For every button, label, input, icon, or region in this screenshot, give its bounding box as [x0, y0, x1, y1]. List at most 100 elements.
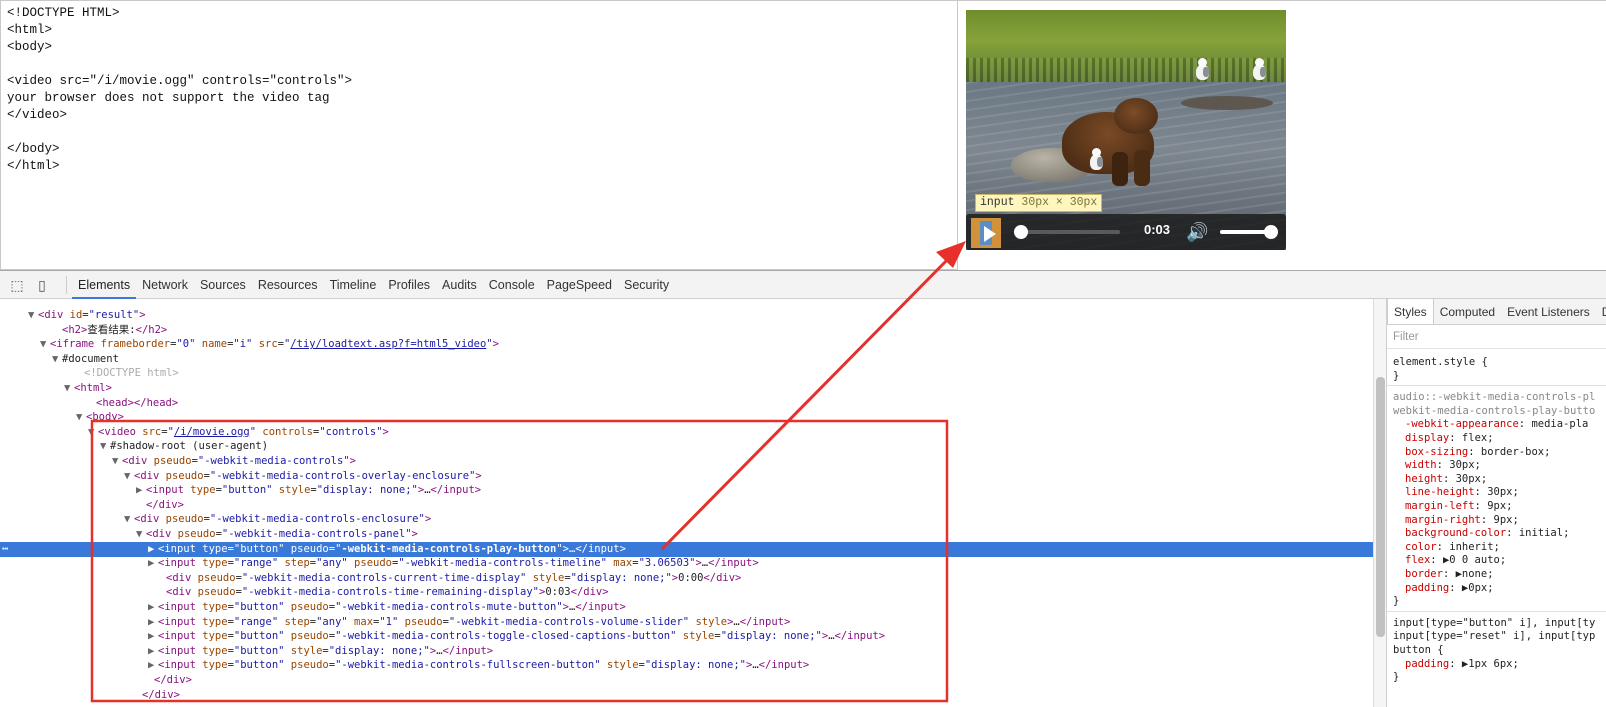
styles-tab-computed[interactable]: Computed — [1434, 299, 1501, 324]
styles-tab-event-listeners[interactable]: Event Listeners — [1501, 299, 1596, 324]
dom-node-markup: <video src="/i/movie.ogg" controls="cont… — [98, 425, 389, 438]
expanded-triangle-icon[interactable]: ▼ — [112, 454, 118, 469]
play-button[interactable] — [971, 218, 1001, 248]
expanded-triangle-icon[interactable]: ▼ — [88, 425, 94, 440]
collapsed-triangle-icon[interactable]: ▶ — [148, 542, 154, 557]
inspect-icon[interactable]: ⬚ — [9, 277, 25, 293]
dom-node-markup: <div pseudo="-webkit-media-controls-time… — [166, 586, 609, 599]
expanded-triangle-icon[interactable]: ▼ — [136, 527, 142, 542]
dom-node[interactable]: ▼ <div pseudo="-webkit-media-controls"> — [0, 454, 1373, 469]
styles-tab-d[interactable]: D — [1596, 299, 1606, 324]
dom-node[interactable]: ▼ <div pseudo="-webkit-media-controls-pan… — [0, 527, 1373, 542]
rule-close: } — [1393, 369, 1400, 382]
volume-slider[interactable] — [1220, 225, 1278, 239]
collapsed-triangle-icon[interactable]: ▶ — [148, 658, 154, 673]
styles-filter-input[interactable]: Filter — [1387, 325, 1606, 349]
timeline-slider[interactable] — [1014, 225, 1120, 239]
source-line: <body> — [7, 40, 53, 54]
rule-selector: audio::-webkit-media-controls-pl — [1393, 391, 1596, 404]
expanded-triangle-icon[interactable]: ▼ — [124, 469, 130, 484]
dom-node[interactable]: ▼ <div pseudo="-webkit-media-controls-enc… — [0, 512, 1373, 527]
tab-resources[interactable]: Resources — [252, 271, 324, 299]
dom-node[interactable]: ▶ <input type="range" step="any" max="1" … — [0, 615, 1373, 630]
dom-node-markup: <input type="button" pseudo="-webkit-med… — [158, 659, 810, 672]
dom-node[interactable]: ▶ <input type="button" pseudo="-webkit-me… — [0, 658, 1373, 673]
dom-node[interactable]: </div> — [0, 688, 1373, 703]
dom-node[interactable]: ▼ <html> — [0, 381, 1373, 396]
collapsed-triangle-icon[interactable]: ▶ — [148, 556, 154, 571]
dom-node[interactable]: ▼ <div pseudo="-webkit-media-controls-ove… — [0, 469, 1373, 484]
tab-network[interactable]: Network — [136, 271, 194, 299]
tab-audits[interactable]: Audits — [436, 271, 483, 299]
collapsed-triangle-icon[interactable]: ▶ — [148, 600, 154, 615]
dom-node[interactable]: ▶ <input type="button" style="display: no… — [0, 483, 1373, 498]
dom-node-markup: <iframe frameborder="0" name="i" src="/t… — [50, 338, 499, 351]
elements-tree[interactable]: ▼ <div id="result"> <h2>查看结果:</h2> ▼ <iframe… — [0, 299, 1373, 707]
tooltip-tag: input — [980, 196, 1015, 209]
timeline-thumb[interactable] — [1014, 225, 1028, 239]
source-code-editor[interactable]: <!DOCTYPE HTML> <html> <body> <video src="… — [0, 0, 958, 270]
volume-thumb[interactable] — [1264, 225, 1278, 239]
tab-pagespeed[interactable]: PageSpeed — [541, 271, 618, 299]
dom-node-markup: <div pseudo="-webkit-media-controls"> — [122, 455, 356, 467]
element-style-rule: element.style { — [1393, 356, 1488, 368]
elements-scrollbar[interactable] — [1373, 299, 1386, 707]
device-icon[interactable]: ▯ — [34, 277, 50, 293]
expanded-triangle-icon[interactable]: ▼ — [28, 308, 34, 323]
dom-node[interactable]: ▶ <input type="button" pseudo="-webkit-me… — [0, 600, 1373, 615]
tab-security[interactable]: Security — [618, 271, 675, 299]
dom-node[interactable]: <div pseudo="-webkit-media-controls-time… — [0, 585, 1373, 600]
dom-node-markup: <input type="button" style="display: non… — [158, 644, 494, 657]
dom-node-markup: <head></head> — [96, 396, 179, 409]
source-line: </html> — [7, 159, 60, 173]
collapsed-triangle-icon[interactable]: ▶ — [148, 629, 154, 644]
collapsed-triangle-icon[interactable]: ▶ — [148, 615, 154, 630]
styles-tab-styles[interactable]: Styles — [1387, 299, 1434, 324]
dom-node[interactable]: ▶ <input type="button" style="display: no… — [0, 644, 1373, 659]
dom-node[interactable]: <!DOCTYPE html> — [0, 366, 1373, 381]
dom-node[interactable]: ▼ <div id="result"> — [0, 308, 1373, 323]
style-property: height: 30px; — [1405, 472, 1488, 485]
collapsed-triangle-icon[interactable]: ▶ — [136, 483, 142, 498]
scrollbar-thumb[interactable] — [1376, 377, 1385, 637]
dom-node-markup: <input type="button" pseudo="-webkit-med… — [158, 630, 886, 643]
dom-node[interactable]: </div> — [0, 498, 1373, 513]
source-line — [7, 56, 951, 73]
dom-node[interactable]: </div> — [0, 673, 1373, 688]
dom-node-markup: <div pseudo="-webkit-media-controls-over… — [134, 469, 482, 482]
video-frame-rocks — [1181, 96, 1273, 110]
tab-elements[interactable]: Elements — [72, 271, 137, 299]
dom-node[interactable]: ▶ <input type="button" pseudo="-webkit-me… — [0, 629, 1373, 644]
expanded-triangle-icon[interactable]: ▼ — [76, 410, 82, 425]
dom-node-selected[interactable]: ⋯ ▶ <input type="button" pseudo="-webkit-m… — [0, 541, 1373, 557]
speaker-icon[interactable]: 🔊 — [1186, 223, 1212, 243]
dom-node[interactable]: ▼ #shadow-root (user-agent) — [0, 439, 1373, 454]
expanded-triangle-icon[interactable]: ▼ — [52, 352, 58, 367]
dom-node[interactable]: ▼ <iframe frameborder="0" name="i" src="/… — [0, 337, 1373, 352]
devtools-tabs: Elements Network Sources Resources Timeline P… — [72, 271, 675, 299]
dom-node[interactable]: <head></head> — [0, 396, 1373, 411]
collapsed-triangle-icon[interactable]: ▶ — [148, 644, 154, 659]
expanded-triangle-icon[interactable]: ▼ — [100, 439, 106, 454]
tab-console[interactable]: Console — [483, 271, 541, 299]
tab-profiles[interactable]: Profiles — [382, 271, 436, 299]
tab-timeline[interactable]: Timeline — [324, 271, 383, 299]
dom-node-markup: <div pseudo="-webkit-media-controls-pane… — [146, 528, 418, 540]
more-icon[interactable]: ⋯ — [2, 542, 8, 557]
style-property: display: flex; — [1405, 432, 1494, 444]
rule-selector: input[type="button" i], input[ty — [1393, 616, 1596, 629]
rule-close: } — [1393, 671, 1400, 684]
dom-node[interactable]: ▼ <body> — [0, 410, 1373, 425]
expanded-triangle-icon[interactable]: ▼ — [124, 512, 130, 527]
dom-node[interactable]: <h2>查看结果:</h2> — [0, 323, 1373, 338]
dom-node[interactable]: ▶ <input type="range" step="any" pseudo="… — [0, 556, 1373, 571]
dom-node[interactable]: ▼ <video src="/i/movie.ogg" controls="con… — [0, 425, 1373, 440]
dom-node[interactable]: ▼ #document — [0, 352, 1373, 367]
expanded-triangle-icon[interactable]: ▼ — [64, 381, 70, 396]
dom-node[interactable]: <div pseudo="-webkit-media-controls-curr… — [0, 571, 1373, 586]
rule-close: } — [1393, 595, 1400, 608]
dom-node-markup: <div id="result"> — [38, 309, 146, 321]
dom-node-markup: <input type="range" step="any" max="1" p… — [158, 615, 791, 628]
expanded-triangle-icon[interactable]: ▼ — [40, 337, 46, 352]
tab-sources[interactable]: Sources — [194, 271, 252, 299]
